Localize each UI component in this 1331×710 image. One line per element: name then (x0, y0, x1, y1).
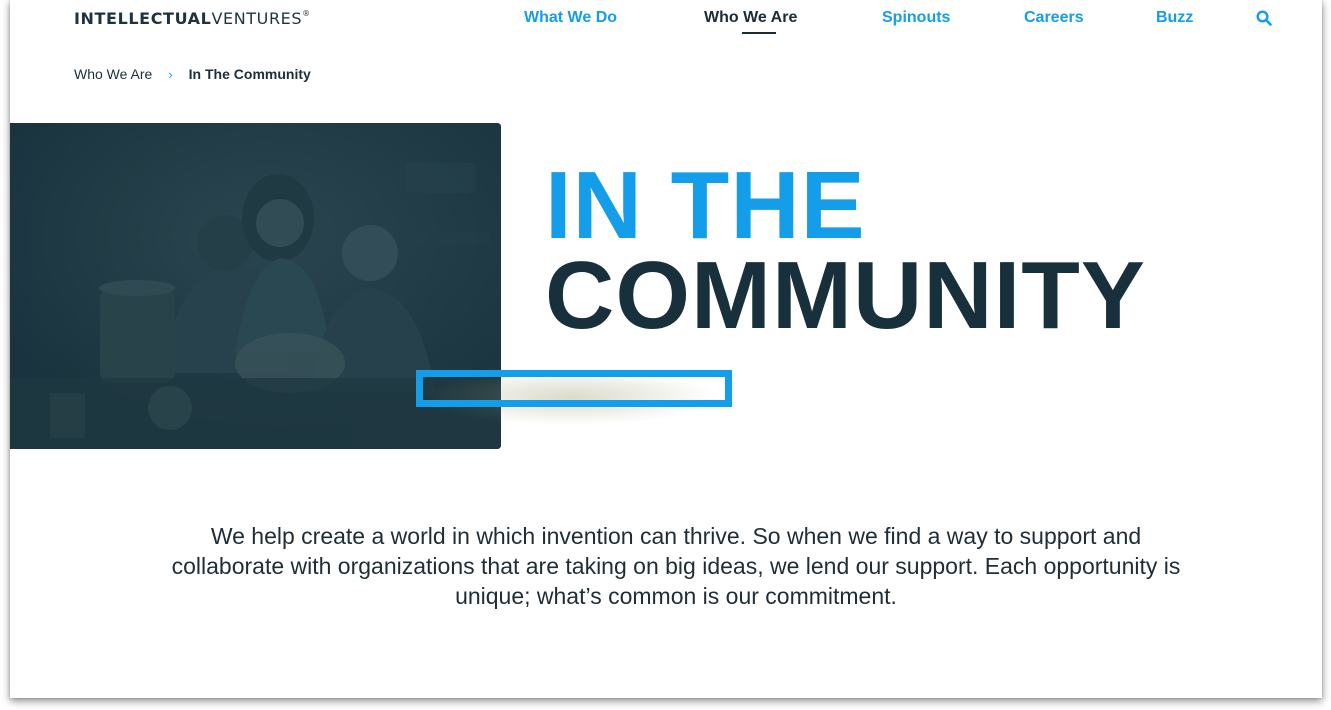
intro-paragraph: We help create a world in which inventio… (171, 523, 1181, 609)
hero-title-line-2: COMMUNITY (545, 242, 1146, 349)
nav-buzz[interactable]: Buzz (1156, 9, 1193, 27)
hero-title-line-1: IN THE (545, 152, 866, 259)
browser-viewport: INTELLECTUALVENTURES® What We Do Who We … (10, 0, 1322, 698)
nav-what-we-do[interactable]: What We Do (524, 9, 617, 27)
logo-bold-text: INTELLECTUAL (74, 9, 212, 28)
nav-active-underline (742, 32, 776, 34)
breadcrumb: Who We Are › In The Community (74, 66, 311, 82)
nav-spinouts[interactable]: Spinouts (882, 9, 950, 27)
hero-accent-bar (416, 370, 732, 407)
logo-registered-mark: ® (302, 9, 311, 18)
breadcrumb-parent-link[interactable]: Who We Are (74, 66, 152, 82)
nav-who-we-are[interactable]: Who We Are (704, 9, 797, 27)
breadcrumb-separator-icon: › (168, 66, 173, 82)
logo-light-text: VENTURES (211, 9, 303, 28)
search-icon[interactable] (1256, 10, 1272, 26)
site-logo[interactable]: INTELLECTUALVENTURES® (74, 9, 311, 28)
nav-careers[interactable]: Careers (1024, 9, 1084, 27)
breadcrumb-current: In The Community (188, 66, 311, 82)
